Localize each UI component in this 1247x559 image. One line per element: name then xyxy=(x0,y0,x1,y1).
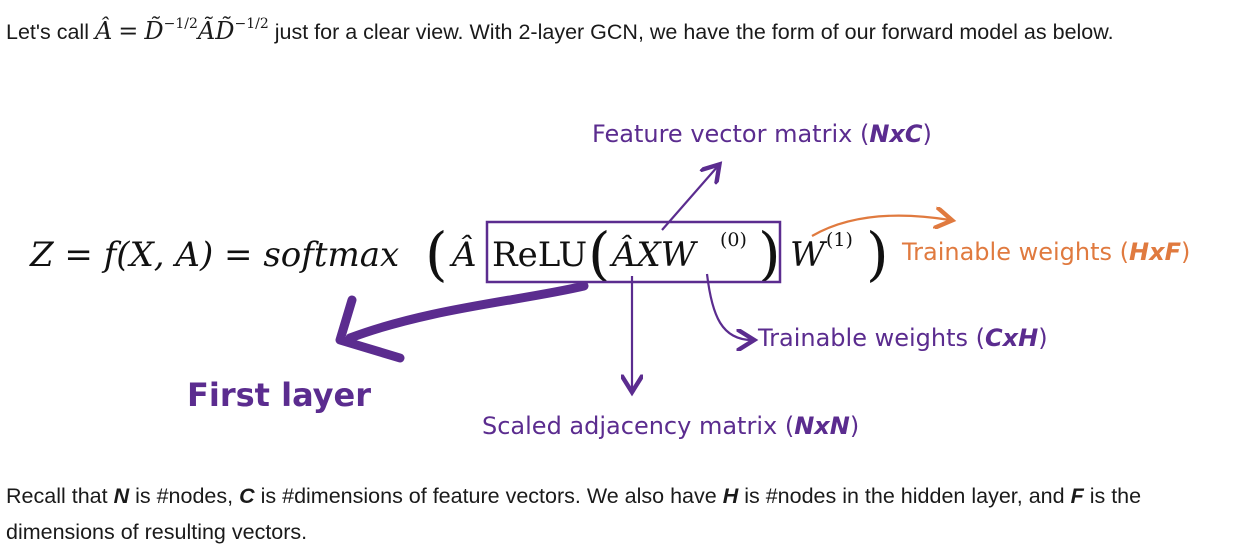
formula-sup1: (1) xyxy=(826,229,853,251)
outer-left-paren: ( xyxy=(425,220,448,288)
inner-right-paren: ) xyxy=(758,220,781,288)
intro-paragraph: Let's call Â = D̃−1/2ÃD̃−1/2 just for a … xyxy=(6,6,1231,50)
outer-right-paren: ) xyxy=(866,220,889,288)
formula-sup0: (0) xyxy=(720,229,747,251)
label-feature-vector: Feature vector matrix (NxC) xyxy=(592,120,932,148)
inner-left-paren: ( xyxy=(588,220,611,288)
intro-after: just for a clear view. With 2-layer GCN,… xyxy=(274,20,1114,44)
formula-axw: ÂXW xyxy=(609,234,699,275)
label-trainable-ch: Trainable weights (CxH) xyxy=(758,324,1048,352)
arrow-first-layer xyxy=(345,281,589,343)
arrow-feature-vector xyxy=(661,166,718,231)
formula-w: W xyxy=(790,235,828,275)
formula-a-hat: Â xyxy=(449,234,477,275)
label-trainable-hf: Trainable weights (HxF) xyxy=(902,238,1191,266)
arrow-trainable-ch xyxy=(705,273,752,340)
gcn-figure: Z = f(X, A) = softmax ( Â ReLU ( ÂXW (0)… xyxy=(0,96,1247,468)
formula-relu: ReLU xyxy=(492,235,587,275)
formula-lhs: Z = f(X, A) = softmax xyxy=(29,235,399,275)
math-ahat-definition: Â = D̃−1/2ÃD̃−1/2 xyxy=(94,16,269,45)
label-scaled-adjacency: Scaled adjacency matrix (NxN) xyxy=(482,412,860,440)
label-first-layer: First layer xyxy=(187,376,372,414)
recall-paragraph: Recall that N is #nodes, C is #dimension… xyxy=(6,484,1142,544)
intro-lead: Let's call xyxy=(6,20,89,44)
